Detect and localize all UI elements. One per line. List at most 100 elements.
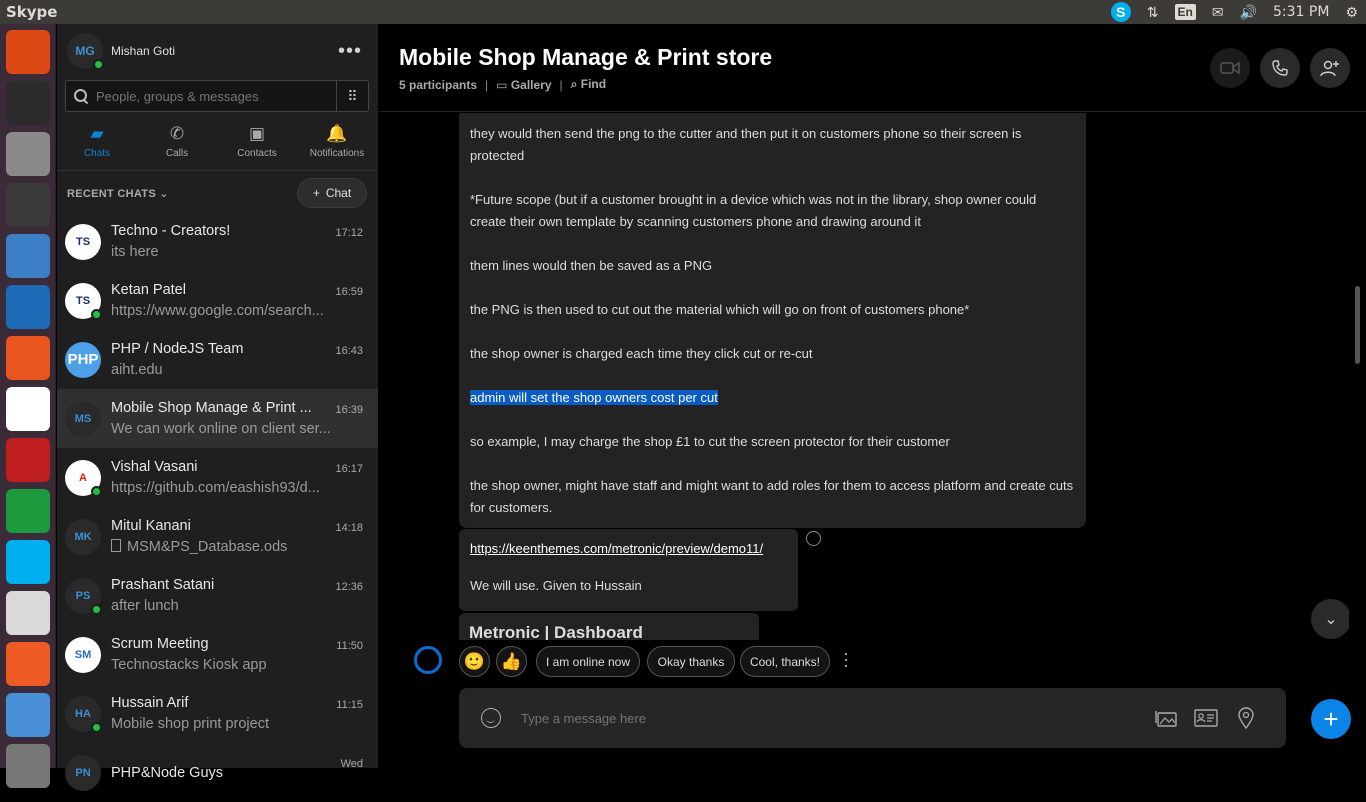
scrollbar-thumb[interactable] <box>1355 286 1360 364</box>
file-manager-icon[interactable] <box>6 132 50 176</box>
send-media-icon[interactable] <box>1146 698 1186 738</box>
postman-icon[interactable] <box>6 642 50 686</box>
sidebar: MG Mishan Goti ••• ⠿ ▰ Chats ✆ Calls ▣ C… <box>57 24 378 791</box>
chat-text: PHP&Node Guys <box>111 763 331 783</box>
conversation-title[interactable]: Mobile Shop Manage & Print store <box>399 44 772 71</box>
audio-call-button[interactable] <box>1260 48 1300 88</box>
more-options-icon[interactable]: ••• <box>338 41 362 61</box>
chat-name: PHP / NodeJS Team <box>111 340 244 357</box>
chat-last-message: https://github.com/eashish93/d... <box>111 479 320 496</box>
filezilla-icon[interactable] <box>6 438 50 482</box>
terminal-icon[interactable] <box>6 81 50 125</box>
document-viewer-icon[interactable] <box>6 234 50 278</box>
tab-notifications[interactable]: 🔔 Notifications <box>297 124 377 170</box>
chat-name: Vishal Vasani <box>111 458 198 475</box>
tab-calls[interactable]: ✆ Calls <box>137 124 217 170</box>
quick-reply-smile[interactable]: 🙂 <box>459 646 490 677</box>
chat-list-item[interactable]: A Vishal Vasani https://github.com/eashish… <box>57 448 378 507</box>
firefox-icon[interactable] <box>6 336 50 380</box>
chat-list-item[interactable]: MS Mobile Shop Manage & Print ... We can w… <box>57 389 378 448</box>
tab-label: Notifications <box>309 148 365 159</box>
my-avatar[interactable]: MG <box>67 33 104 70</box>
ubuntu-dash-icon[interactable] <box>6 30 50 74</box>
search-input[interactable] <box>96 88 336 104</box>
chat-text: Scrum Meeting Technostacks Kiosk app <box>111 634 331 676</box>
spreadsheet-icon[interactable] <box>6 489 50 533</box>
chat-avatar[interactable]: MK <box>65 518 101 555</box>
quick-reply-button[interactable]: I am online now <box>536 646 640 677</box>
add-people-button[interactable] <box>1310 48 1350 88</box>
chat-avatar[interactable]: HA <box>65 695 102 733</box>
chat-avatar[interactable]: PHP <box>65 341 101 378</box>
chat-time: 16:39 <box>335 404 363 416</box>
message-list[interactable]: they would then send the png to the cutt… <box>379 113 1349 640</box>
chat-list-item[interactable]: PHP PHP / NodeJS Team aiht.edu 16:43 <box>57 330 378 389</box>
message-paragraph: the shop owner is charged each time they… <box>470 346 813 361</box>
chat-list-item[interactable]: TS Ketan Patel https://www.google.com/sear… <box>57 271 378 330</box>
chat-list-item[interactable]: SM Scrum Meeting Technostacks Kiosk app 11:… <box>57 625 378 684</box>
settings-gear-icon[interactable]: ⚙ <box>1337 0 1366 24</box>
chat-avatar[interactable]: TS <box>65 282 102 320</box>
quick-reply-button[interactable]: Cool, thanks! <box>740 646 830 677</box>
skype-icon[interactable] <box>6 540 50 584</box>
find-link[interactable]: ⌕ Find <box>571 77 606 92</box>
chat-avatar[interactable]: MS <box>65 400 101 437</box>
gallery-link[interactable]: ▭ Gallery <box>496 78 551 92</box>
profile-header[interactable]: MG Mishan Goti ••• <box>57 24 378 78</box>
send-contact-icon[interactable] <box>1186 698 1226 738</box>
plus-icon: + <box>312 186 320 200</box>
profile-name[interactable]: Mishan Goti <box>111 44 175 58</box>
pdf-reader-icon[interactable] <box>6 591 50 635</box>
new-chat-button[interactable]: + Chat <box>297 178 367 208</box>
quick-reply-button[interactable]: Okay thanks <box>647 646 735 677</box>
chat-avatar[interactable]: A <box>65 459 102 497</box>
more-quick-replies-icon[interactable]: · · · <box>842 644 850 674</box>
chat-list-item[interactable]: PN PHP&Node Guys Wed <box>57 743 378 802</box>
chat-list-item[interactable]: HA Hussain Arif Mobile shop print project 1… <box>57 684 378 743</box>
message-bubble[interactable]: they would then send the png to the cutt… <box>459 113 1086 528</box>
chat-avatar[interactable]: TS <box>65 223 101 260</box>
message-input[interactable] <box>521 710 1146 726</box>
add-content-button[interactable]: + <box>1311 699 1351 739</box>
phone-icon <box>1272 60 1288 76</box>
keyboard-layout-indicator[interactable]: En <box>1167 0 1204 24</box>
dialpad-icon[interactable]: ⠿ <box>336 81 368 111</box>
participants-link[interactable]: 5 participants <box>399 78 477 92</box>
contacts-icon: ▣ <box>248 124 266 143</box>
add-person-icon <box>1320 60 1339 77</box>
link-preview-card[interactable]: Metronic | Dashboard <box>459 613 759 640</box>
vscode-icon[interactable] <box>6 285 50 329</box>
video-call-button[interactable] <box>1210 48 1250 88</box>
chat-time: 12:36 <box>335 581 363 593</box>
message-bubble[interactable]: https://keenthemes.com/metronic/preview/… <box>459 529 798 611</box>
chat-list-item[interactable]: PS Prashant Satani after lunch 12:36 <box>57 566 378 625</box>
chat-list-item[interactable]: TS Techno - Creators! its here 17:12 <box>57 212 378 271</box>
sublime-text-icon[interactable] <box>6 183 50 227</box>
conversation-pane: Mobile Shop Manage & Print store 5 parti… <box>379 24 1366 768</box>
chrome-icon[interactable] <box>6 387 50 431</box>
location-pin-icon[interactable] <box>1226 698 1266 738</box>
trash-icon[interactable] <box>6 744 50 788</box>
message-link[interactable]: https://keenthemes.com/metronic/preview/… <box>470 541 763 556</box>
emoji-icon[interactable] <box>481 708 501 728</box>
clock[interactable]: 5:31 PM <box>1265 0 1337 24</box>
mail-icon[interactable]: ✉ <box>1204 0 1232 24</box>
add-reaction-icon[interactable] <box>806 531 821 546</box>
chat-avatar[interactable]: PN <box>65 754 101 791</box>
tab-contacts[interactable]: ▣ Contacts <box>217 124 297 170</box>
tab-chats[interactable]: ▰ Chats <box>57 124 137 170</box>
scroll-to-bottom-button[interactable]: ⌄ <box>1311 599 1349 639</box>
app-title: Skype <box>6 3 58 21</box>
chat-last-message: MSM&PS_Database.ods <box>111 536 331 558</box>
chat-list-item[interactable]: MK Mitul Kanani MSM&PS_Database.ods 14:18 <box>57 507 378 566</box>
chat-time: Wed <box>340 758 363 770</box>
skype-tray-icon[interactable]: S <box>1103 0 1139 24</box>
mail-client-icon[interactable] <box>6 693 50 737</box>
search-box[interactable]: ⠿ <box>65 80 369 112</box>
recent-chats-filter[interactable]: RECENT CHATS ⌄ <box>67 187 169 200</box>
volume-icon[interactable]: 🔊 <box>1232 0 1265 24</box>
quick-reply-thumbs-up[interactable]: 👍 <box>496 646 527 677</box>
chat-avatar[interactable]: PS <box>65 577 102 615</box>
network-icon[interactable]: ⇅ <box>1139 0 1167 24</box>
chat-avatar[interactable]: SM <box>65 636 101 673</box>
